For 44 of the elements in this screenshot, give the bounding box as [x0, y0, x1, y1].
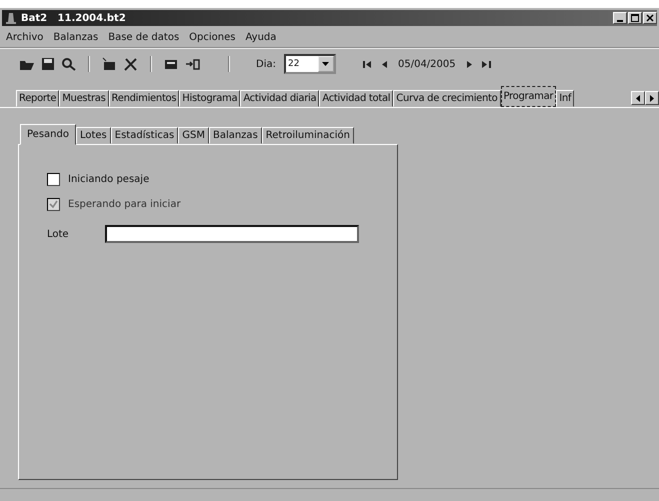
day-dropdown[interactable]: 22 [284, 54, 336, 74]
lot-label: Lote [47, 228, 70, 240]
day-value: 22 [286, 58, 300, 71]
scroll-left-button[interactable] [631, 91, 645, 105]
menu-item[interactable]: Archivo [6, 32, 44, 43]
tab[interactable]: Rendimientos [108, 90, 180, 107]
tab[interactable]: Pesando [20, 124, 76, 145]
day-label: Dia: [256, 58, 276, 70]
tab[interactable]: Actividad total [319, 90, 394, 107]
date-text: 05/04/2005 [398, 58, 456, 70]
close-button[interactable] [643, 12, 657, 24]
tab[interactable]: Retroiluminación [262, 127, 354, 144]
dropdown-button[interactable] [318, 56, 334, 72]
menu-item[interactable]: Balanzas [53, 32, 98, 43]
checkbox-label: Esperando para iniciar [68, 199, 181, 210]
tab[interactable]: GSM [178, 127, 209, 144]
lot-field[interactable] [105, 225, 359, 243]
save-icon[interactable] [40, 56, 56, 72]
tab[interactable]: Programar [500, 86, 556, 107]
tab[interactable]: Lotes [76, 127, 111, 144]
caret-icon [322, 62, 330, 66]
scroll-right-button[interactable] [645, 91, 659, 105]
menu-item[interactable]: Ayuda [245, 32, 276, 43]
menu-item[interactable]: Base de datos [108, 32, 180, 43]
checkbox-label: Iniciando pesaje [68, 174, 150, 185]
tab[interactable]: Actividad diaria [240, 90, 320, 107]
search-icon[interactable] [60, 56, 78, 72]
tab[interactable]: Reporte [16, 90, 60, 107]
app-icon [6, 12, 16, 24]
left-arrow-icon [636, 94, 640, 102]
window-title: Bat2 11.2004.bt2 [21, 12, 126, 24]
maximize-button[interactable] [628, 12, 642, 24]
tab[interactable]: Muestras [59, 90, 109, 107]
tab[interactable]: Balanzas [208, 127, 262, 144]
close-icon [646, 14, 654, 22]
maximize-icon [631, 14, 639, 22]
tab[interactable]: Estadísticas [110, 127, 178, 144]
right-arrow-icon [650, 94, 654, 102]
tab[interactable]: Histograma [179, 90, 240, 107]
menu-item[interactable]: Opciones [189, 32, 236, 43]
minimize-button[interactable] [613, 12, 627, 24]
tab[interactable]: Inf [556, 90, 574, 107]
tab[interactable]: Curva de crecimiento [393, 90, 500, 107]
checkbox[interactable] [47, 173, 60, 186]
